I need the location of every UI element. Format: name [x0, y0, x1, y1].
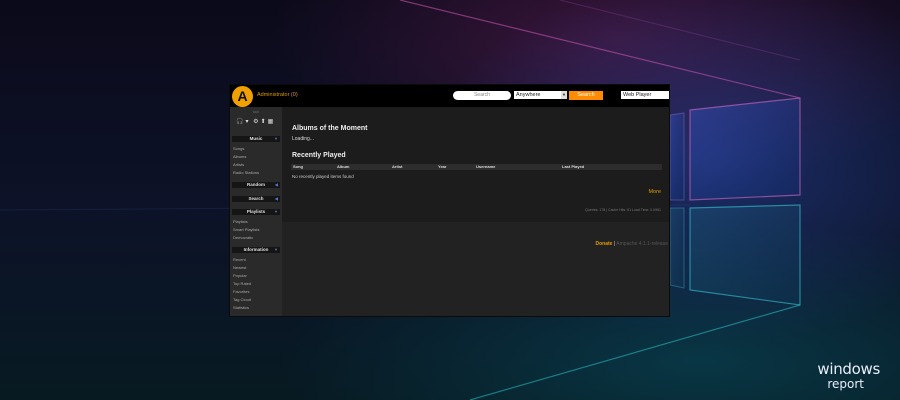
sidebar-item-smart-playlists[interactable]: Smart Playlists [233, 227, 259, 232]
footer-area: Donate | Ampache 4.1.1-release [282, 222, 669, 316]
main-content: Albums of the Moment Loading... Recently… [282, 107, 669, 222]
windows-report-watermark: windows report [817, 360, 880, 391]
brand-line-1: windows [817, 360, 880, 378]
column-last-played[interactable]: Last Played [562, 164, 584, 170]
column-album[interactable]: Album [337, 164, 349, 170]
recently-played-table-header: Song Album Artist Year Username Last Pla… [291, 164, 662, 170]
brand-line-2: report [827, 377, 864, 391]
chevron-right-icon: ◀ [274, 196, 278, 201]
chevron-down-icon: ▼ [561, 91, 567, 99]
admin-icon[interactable]: ▦ [268, 119, 275, 125]
recently-played-heading: Recently Played [292, 152, 346, 159]
sidebar-item-radio-stations[interactable]: Radio Stations [233, 170, 259, 175]
search-scope-select[interactable]: Anywhere ▼ [514, 91, 567, 99]
sidebar-section-information[interactable]: Information ▼ [232, 247, 280, 253]
sidebar-item-recent[interactable]: Recent [233, 257, 246, 262]
player-mode-select[interactable]: Web Player [621, 91, 669, 99]
donate-link[interactable]: Donate [596, 241, 613, 247]
loading-text: Loading... [292, 136, 314, 142]
top-bar: A Administrator (0) Search Anywhere ▼ Se… [230, 85, 669, 107]
empty-table-message: No recently played items found [292, 174, 354, 179]
ampache-logo-icon[interactable]: A [232, 86, 253, 107]
footer: Donate | Ampache 4.1.1-release [596, 241, 668, 247]
chevron-right-icon: ◀ [274, 182, 278, 187]
sidebar-top-label: tool [253, 110, 259, 114]
search-button[interactable]: Search [569, 91, 603, 100]
sidebar-item-statistics[interactable]: Statistics [233, 305, 249, 310]
version-text: Ampache 4.1.1-release [616, 241, 668, 247]
footer-separator: | [613, 241, 616, 247]
sidebar-item-tag-cloud[interactable]: Tag Cloud [233, 297, 251, 302]
chevron-down-icon: ▼ [274, 136, 278, 141]
sidebar-section-music[interactable]: Music ▼ [232, 136, 280, 142]
search-scope-value: Anywhere [516, 92, 541, 98]
chevron-down-icon: ▼ [274, 209, 278, 214]
headphones-icon[interactable]: 🎧 [236, 119, 244, 125]
column-year[interactable]: Year [438, 164, 446, 170]
ampache-window: A Administrator (0) Search Anywhere ▼ Se… [229, 84, 670, 317]
sidebar-section-search[interactable]: Search ◀ [232, 196, 280, 202]
albums-of-the-moment-heading: Albums of the Moment [292, 125, 368, 132]
search-input[interactable]: Search [453, 91, 511, 100]
sidebar-item-songs[interactable]: Songs [233, 146, 244, 151]
column-username[interactable]: Username [476, 164, 495, 170]
sidebar-section-random[interactable]: Random ◀ [232, 182, 280, 188]
query-stats: Queries: 178 | Cache Hits: 51 Load Time:… [585, 208, 661, 212]
sidebar-tool-icons: 🎧▾ ⚙⬆▦ [236, 118, 275, 125]
column-artist[interactable]: Artist [392, 164, 402, 170]
more-link[interactable]: More [648, 189, 661, 195]
sidebar-item-top-rated[interactable]: Top Rated [233, 281, 251, 286]
chevron-down-icon: ▼ [274, 247, 278, 252]
user-menu-link[interactable]: Administrator (0) [257, 92, 298, 98]
upload-icon[interactable]: ⬆ [261, 119, 267, 125]
sidebar-item-albums[interactable]: Albums [233, 154, 246, 159]
chevron-down-icon[interactable]: ▾ [245, 119, 249, 125]
column-song[interactable]: Song [293, 164, 303, 170]
sidebar-item-playlists[interactable]: Playlists [233, 219, 248, 224]
sidebar-section-playlists[interactable]: Playlists ▼ [232, 209, 280, 215]
sidebar-item-newest[interactable]: Newest [233, 265, 246, 270]
sidebar-item-popular[interactable]: Popular [233, 273, 247, 278]
gear-icon[interactable]: ⚙ [253, 119, 259, 125]
sidebar: tool 🎧▾ ⚙⬆▦ Music ▼ Songs Albums Artists… [230, 107, 282, 316]
sidebar-item-democratic[interactable]: Democratic [233, 235, 253, 240]
sidebar-item-favorites[interactable]: Favorites [233, 289, 249, 294]
sidebar-item-artists[interactable]: Artists [233, 162, 244, 167]
